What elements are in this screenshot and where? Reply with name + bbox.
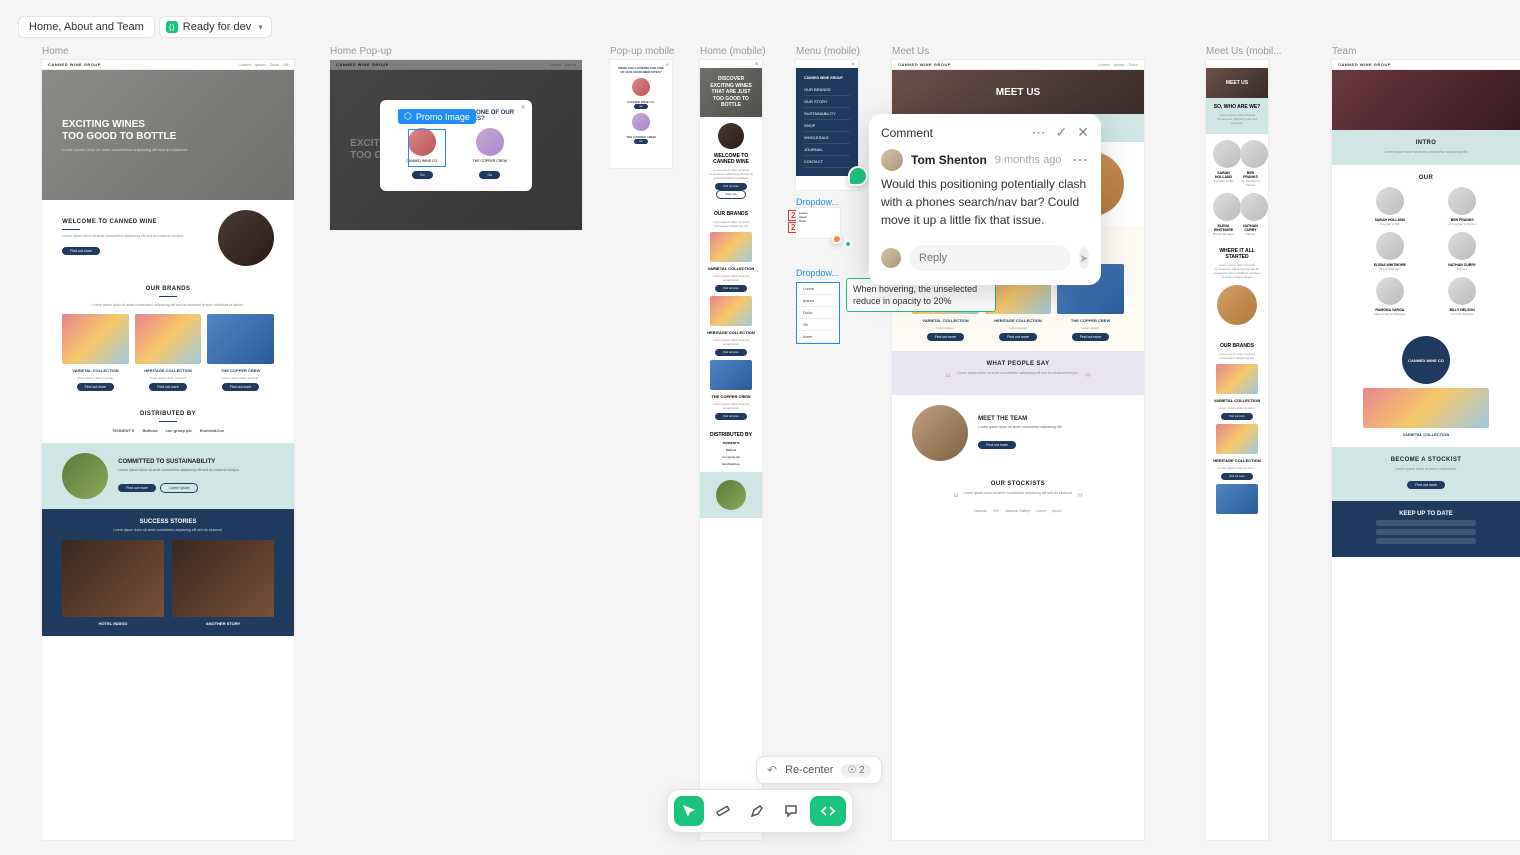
frame-label[interactable]: Pop-up mobile: [610, 46, 674, 57]
status-label: Ready for dev: [183, 21, 251, 33]
menu-item[interactable]: JOURNAL: [804, 144, 850, 156]
more-icon[interactable]: ⋯: [1032, 124, 1046, 141]
site-header: CANNED WINE GROUP LoremIpsumDolorSit: [42, 60, 294, 70]
status-icon: ⟨⟩: [166, 21, 178, 33]
frame-label[interactable]: Home: [42, 46, 69, 57]
comment-more-icon[interactable]: ⋯: [1072, 150, 1089, 170]
user-cursor-pin[interactable]: [848, 166, 868, 186]
dropdown-variant[interactable]: LoremIpsumDolor: [796, 208, 840, 238]
sustain-cta2[interactable]: Lorem ipsum: [160, 483, 198, 493]
annotate-tool[interactable]: [742, 796, 772, 826]
popup-option[interactable]: CANNED WINE CO. Go: [392, 128, 452, 181]
recenter-count: ☉ 2: [841, 764, 870, 777]
popup-option[interactable]: THE COPPER CREW Go: [460, 128, 520, 181]
frame-label[interactable]: Meet Us: [892, 46, 929, 57]
success-section: SUCCESS STORIES Lorem ipsum dolor sit am…: [42, 509, 294, 635]
canvas[interactable]: Home CANNED WINE GROUP LoremIpsumDolorSi…: [0, 0, 1520, 855]
sustain-section: COMMITTED TO SUSTAINABILITY Lorem ipsum …: [42, 443, 294, 509]
cta-button[interactable]: Find out more: [62, 247, 100, 255]
hero: EXCITING WINES TOO GOOD TO BOTTLE Lorem …: [42, 70, 294, 200]
welcome-body: Lorem ipsum dolor sit amet consectetur a…: [62, 234, 208, 239]
selection-tag[interactable]: ⬡ Promo Image: [398, 109, 476, 124]
frame-label[interactable]: Menu (mobile): [796, 46, 860, 57]
brand-cta[interactable]: Find out more: [222, 383, 260, 391]
welcome-image: [218, 210, 274, 266]
resolve-icon[interactable]: ✓: [1056, 124, 1068, 141]
frame-label[interactable]: Home Pop-up: [330, 46, 392, 57]
layer-label[interactable]: Dropdow...: [796, 197, 839, 207]
dropdown-variant-selected[interactable]: LoremIpsumDolorSitAmet: [796, 282, 840, 344]
reply-input[interactable]: [909, 245, 1071, 271]
menu-icon[interactable]: ☰: [755, 62, 758, 66]
welcome-title: WELCOME TO CANNED WINE: [62, 219, 208, 225]
presence-dot: [844, 240, 852, 248]
comment-pin[interactable]: [832, 234, 842, 244]
nav: LoremIpsumDolorSit: [240, 62, 288, 67]
frame-home-mobile[interactable]: ☰ DISCOVER EXCITING WINES THAT ARE JUST …: [700, 60, 762, 840]
brand-logo: CANNED WINE GROUP: [48, 62, 101, 67]
hero-sub: Lorem ipsum dolor sit amet consectetur a…: [62, 147, 190, 152]
frame-popup-mobile[interactable]: ✕ WERE YOU LOOKING FOR ONE OF OUR CONSUM…: [610, 60, 672, 168]
comment-title: Comment: [881, 126, 933, 140]
comment-tool[interactable]: [776, 796, 806, 826]
popup-overlay: ✕ WERE YOU LOOKING FOR ONE OF OUR CONSUM…: [330, 60, 582, 230]
brands-section: OUR BRANDS Lorem ipsum dolor sit amet co…: [42, 276, 294, 401]
devmode-toggle[interactable]: [810, 796, 846, 826]
brand-cta[interactable]: Find out more: [77, 383, 115, 391]
frame-team[interactable]: CANNED WINE GROUP INTRO Lorem ipsum dolo…: [1332, 60, 1520, 840]
hero-title-1: EXCITING WINES: [62, 119, 294, 131]
frame-home[interactable]: CANNED WINE GROUP LoremIpsumDolorSit EXC…: [42, 60, 294, 840]
close-icon[interactable]: ✕: [521, 104, 526, 111]
menu-item[interactable]: SHOP: [804, 120, 850, 132]
selection-layer-name: Promo Image: [416, 112, 470, 122]
avatar: [881, 149, 903, 171]
distributed-section: DISTRIBUTED BY TENNENT'SBidfoodcnc group…: [42, 401, 294, 443]
move-tool[interactable]: [674, 796, 704, 826]
undo-icon: ↶: [767, 763, 777, 777]
send-button[interactable]: ➤: [1079, 247, 1089, 269]
hero-title-2: TOO GOOD TO BOTTLE: [62, 131, 294, 143]
menu-item[interactable]: OUR BRANDS: [804, 84, 850, 96]
brands-title: OUR BRANDS: [62, 286, 274, 292]
menu-item[interactable]: OUR STORY: [804, 96, 850, 108]
comment-time: 9 months ago: [995, 154, 1062, 166]
comment-panel[interactable]: Comment ⋯ ✓ ✕ Tom Shenton 9 months ago ⋯…: [869, 114, 1101, 285]
promo-image: [408, 128, 436, 156]
comment-author: Tom Shenton: [911, 153, 987, 167]
component-icon: ⬡: [404, 111, 412, 122]
bottom-toolbar: [667, 789, 853, 833]
chevron-down-icon: ▾: [258, 22, 263, 33]
layer-label[interactable]: Dropdow...: [796, 268, 839, 278]
menu-item[interactable]: WHOLESALE: [804, 132, 850, 144]
menu-item[interactable]: SUSTAINABILITY: [804, 108, 850, 120]
measure-tool[interactable]: [708, 796, 738, 826]
status-chip[interactable]: ⟨⟩ Ready for dev ▾: [159, 16, 272, 38]
recenter-label: Re-center: [785, 764, 833, 776]
menu-item[interactable]: CONTACT: [804, 156, 850, 168]
close-icon[interactable]: ✕: [1077, 124, 1089, 141]
brand-cta[interactable]: Find out more: [149, 383, 187, 391]
close-icon[interactable]: ✕: [666, 62, 669, 67]
frame-label[interactable]: Team: [1332, 46, 1356, 57]
breadcrumb[interactable]: Home, About and Team: [18, 16, 155, 38]
close-icon[interactable]: ✕: [851, 62, 854, 66]
frame-home-popup[interactable]: CANNED WINE GROUPLoremIpsum EXCITING TOO…: [330, 60, 582, 230]
avatar: [881, 248, 901, 268]
frame-label[interactable]: Meet Us (mobil...: [1206, 46, 1282, 57]
welcome-section: WELCOME TO CANNED WINE Lorem ipsum dolor…: [42, 200, 294, 276]
frame-meet-us-mobile[interactable]: MEET US SO, WHO ARE WE? Lorem ipsum dolo…: [1206, 60, 1268, 840]
frame-label[interactable]: Home (mobile): [700, 46, 766, 57]
comment-body: Would this positioning potentially clash…: [881, 175, 1089, 229]
sustain-cta[interactable]: Find out more: [118, 484, 156, 492]
recenter-button[interactable]: ↶ Re-center ☉ 2: [756, 756, 882, 784]
